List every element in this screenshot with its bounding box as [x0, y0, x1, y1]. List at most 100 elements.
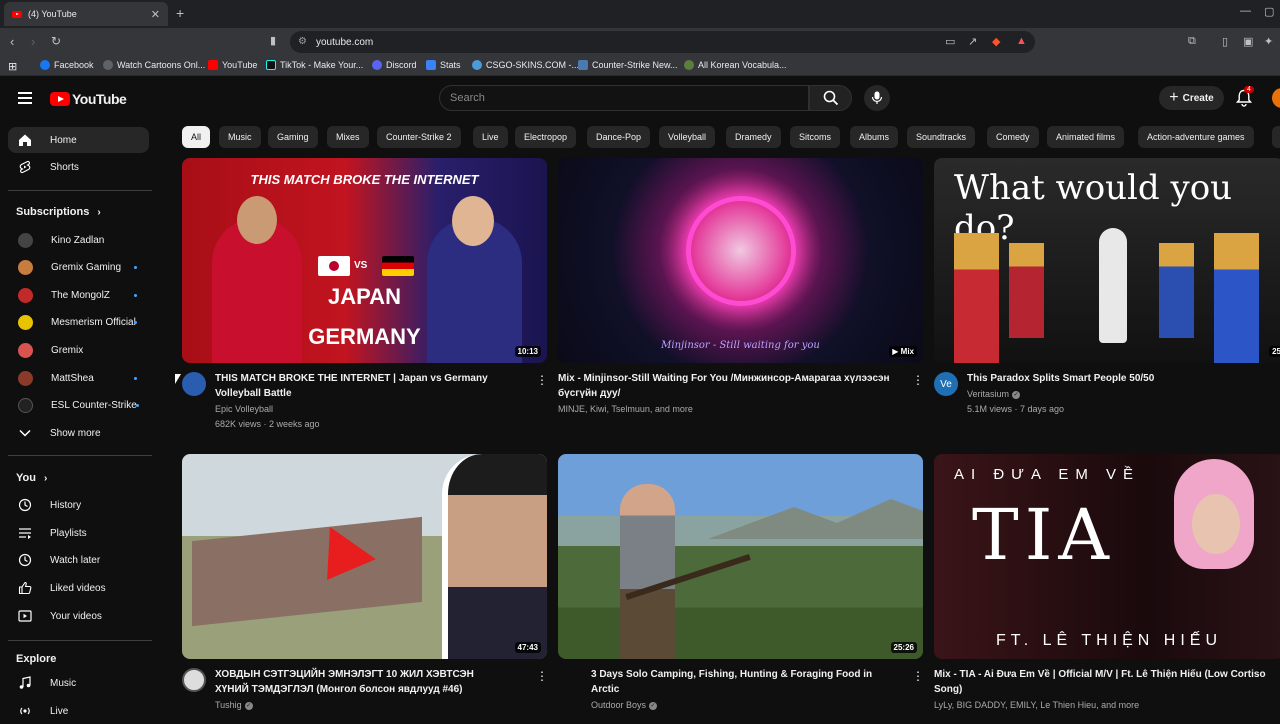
- bookmark-facebook[interactable]: Facebook: [40, 60, 94, 70]
- video-thumbnail[interactable]: What would you do? 25: [934, 158, 1280, 363]
- share-icon[interactable]: ↗: [968, 35, 977, 48]
- chip-live[interactable]: Live: [473, 126, 508, 148]
- chip-albums[interactable]: Albums: [850, 126, 899, 148]
- voice-search-button[interactable]: [864, 85, 890, 111]
- leo-icon[interactable]: ✦: [1264, 35, 1273, 48]
- close-tab-icon[interactable]: ✕: [151, 8, 160, 21]
- chip-action-adventure-games[interactable]: Action-adventure games: [1138, 126, 1254, 148]
- bookmark-icon[interactable]: ▮: [270, 34, 276, 47]
- sidebar-subscription[interactable]: ESL Counter-Strike: [8, 392, 149, 418]
- channel-name[interactable]: LyLy, BIG DADDY, EMILY, Le Thien Hieu, a…: [934, 698, 1139, 713]
- sidebar-item-watch-later[interactable]: Watch later: [8, 547, 149, 573]
- back-icon[interactable]: ‹: [10, 34, 14, 49]
- account-avatar[interactable]: [1272, 88, 1280, 108]
- bookmark-tiktok[interactable]: TikTok - Make Your...: [266, 60, 363, 70]
- extensions-icon[interactable]: ⧉: [1188, 35, 1196, 48]
- chip-overflow[interactable]: [1272, 126, 1280, 148]
- channel-avatar[interactable]: [182, 668, 206, 692]
- chip-dance-pop[interactable]: Dance-Pop: [587, 126, 651, 148]
- chip-volleyball[interactable]: Volleyball: [659, 126, 716, 148]
- apps-grid-icon[interactable]: ⊞: [8, 60, 17, 73]
- sidebar-item-home[interactable]: Home: [8, 127, 149, 153]
- wallet-icon[interactable]: ▣: [1243, 35, 1253, 48]
- video-title[interactable]: THIS MATCH BROKE THE INTERNET | Japan vs…: [215, 371, 525, 401]
- chip-soundtracks[interactable]: Soundtracks: [907, 126, 976, 148]
- site-info-icon[interactable]: ⚙: [298, 36, 307, 47]
- sidebar-item-your-videos[interactable]: Your videos: [8, 603, 149, 629]
- chip-all[interactable]: All: [182, 126, 211, 148]
- chip-comedy[interactable]: Comedy: [987, 126, 1039, 148]
- bookmark-youtube[interactable]: YouTube: [208, 60, 257, 70]
- bookmark-stats[interactable]: Stats: [426, 60, 461, 70]
- menu-icon[interactable]: [18, 92, 32, 104]
- chip-sitcoms[interactable]: Sitcoms: [790, 126, 841, 148]
- sidebar-item-shorts[interactable]: Shorts: [8, 154, 149, 180]
- video-title[interactable]: This Paradox Splits Smart People 50/50: [967, 371, 1267, 386]
- sidebar-toggle-icon[interactable]: ▯: [1222, 35, 1228, 48]
- forward-icon[interactable]: ›: [31, 34, 35, 49]
- bookmark-discord[interactable]: Discord: [372, 60, 417, 70]
- sidebar-subscription[interactable]: MattShea: [8, 365, 149, 391]
- video-thumbnail[interactable]: AI ĐƯA EM VỀ TIA FT. LÊ THIỆN HIẾU: [934, 454, 1280, 659]
- minimize-icon[interactable]: —: [1240, 5, 1251, 17]
- chip-gaming[interactable]: Gaming: [268, 126, 318, 148]
- you-heading[interactable]: You ›: [16, 472, 47, 484]
- show-more-button[interactable]: Show more: [8, 420, 149, 446]
- video-title[interactable]: ХОВДЫН СЭТГЭЦИЙН ЭМНЭЛЭГТ 10 ЖИЛ ХЭВТСЭН…: [215, 667, 525, 697]
- video-thumbnail[interactable]: Minjinsor - Still waiting for you ▶ Mix: [558, 158, 923, 363]
- channel-name[interactable]: Veritasium ✓: [967, 387, 1021, 402]
- logo-text: YouTube: [72, 91, 127, 107]
- sidebar-subscription[interactable]: Kino Zadlan: [8, 227, 149, 253]
- bookmark-watch-cartoons[interactable]: Watch Cartoons Onl...: [103, 60, 205, 70]
- video-title[interactable]: Mix - TIA - Ai Đưa Em Về | Official M/V …: [934, 667, 1280, 697]
- sidebar-subscription[interactable]: Mesmerism Official: [8, 309, 149, 335]
- reload-icon[interactable]: ↻: [51, 34, 61, 48]
- chip-counter-strike-2[interactable]: Counter-Strike 2: [377, 126, 461, 148]
- create-button[interactable]: + Create: [1159, 86, 1224, 110]
- sidebar-subscription[interactable]: Gremix Gaming: [8, 254, 149, 280]
- video-thumbnail[interactable]: THIS MATCH BROKE THE INTERNET VS JAPAN G…: [182, 158, 547, 363]
- japan-flag-icon: [318, 256, 350, 276]
- bookmark-csgo-skins[interactable]: CSGO-SKINS.COM -...: [472, 60, 579, 70]
- chip-mixes[interactable]: Mixes: [327, 126, 369, 148]
- brave-rewards-icon[interactable]: ▲: [1016, 35, 1027, 47]
- sidebar-item-liked-videos[interactable]: Liked videos: [8, 575, 149, 601]
- bookmark-korean-vocab[interactable]: All Korean Vocabula...: [684, 60, 787, 70]
- channel-avatar[interactable]: Ve: [934, 372, 958, 396]
- youtube-logo[interactable]: YouTube: [50, 91, 127, 107]
- video-thumbnail[interactable]: 47:43: [182, 454, 547, 659]
- chip-music[interactable]: Music: [219, 126, 261, 148]
- channel-avatar[interactable]: [182, 372, 206, 396]
- notifications-button[interactable]: 4: [1235, 86, 1254, 112]
- chip-electropop[interactable]: Electropop: [515, 126, 577, 148]
- more-options-icon[interactable]: ⋮: [536, 669, 548, 683]
- channel-name[interactable]: Outdoor Boys ✓: [591, 698, 658, 713]
- more-options-icon[interactable]: ⋮: [912, 373, 924, 387]
- video-title[interactable]: Mix - Minjinsor-Still Waiting For You /М…: [558, 371, 903, 401]
- sidebar-item-live[interactable]: Live: [8, 698, 149, 724]
- chip-animated-films[interactable]: Animated films: [1047, 126, 1125, 148]
- sidebar-item-history[interactable]: History: [8, 492, 149, 518]
- subscriptions-heading[interactable]: Subscriptions ›: [16, 206, 101, 218]
- sidebar-subscription[interactable]: The MongolZ: [8, 282, 149, 308]
- video-title[interactable]: 3 Days Solo Camping, Fishing, Hunting & …: [591, 667, 901, 697]
- channel-name[interactable]: Tushig ✓: [215, 698, 253, 713]
- video-thumbnail[interactable]: 25:26: [558, 454, 923, 659]
- sidebar-item-music[interactable]: Music: [8, 670, 149, 696]
- new-tab-button[interactable]: +: [176, 5, 184, 21]
- chip-dramedy[interactable]: Dramedy: [726, 126, 781, 148]
- search-input[interactable]: Search: [439, 85, 809, 111]
- cast-icon[interactable]: ▭: [945, 35, 955, 48]
- sidebar-item-playlists[interactable]: Playlists: [8, 520, 149, 546]
- search-button[interactable]: [809, 85, 852, 111]
- browser-tab[interactable]: (4) YouTube ✕: [4, 2, 168, 26]
- more-options-icon[interactable]: ⋮: [536, 373, 548, 387]
- url-input[interactable]: ⚙ youtube.com: [290, 31, 1035, 53]
- channel-name[interactable]: Epic Volleyball: [215, 402, 273, 417]
- maximize-icon[interactable]: ▢: [1264, 5, 1274, 18]
- brave-shield-icon[interactable]: ◆: [992, 35, 1000, 48]
- sidebar-subscription[interactable]: Gremix: [8, 337, 149, 363]
- channel-name[interactable]: MINJE, Kiwi, Tselmuun, and more: [558, 402, 693, 417]
- bookmark-counter-strike[interactable]: Counter-Strike New...: [578, 60, 678, 70]
- more-options-icon[interactable]: ⋮: [912, 669, 924, 683]
